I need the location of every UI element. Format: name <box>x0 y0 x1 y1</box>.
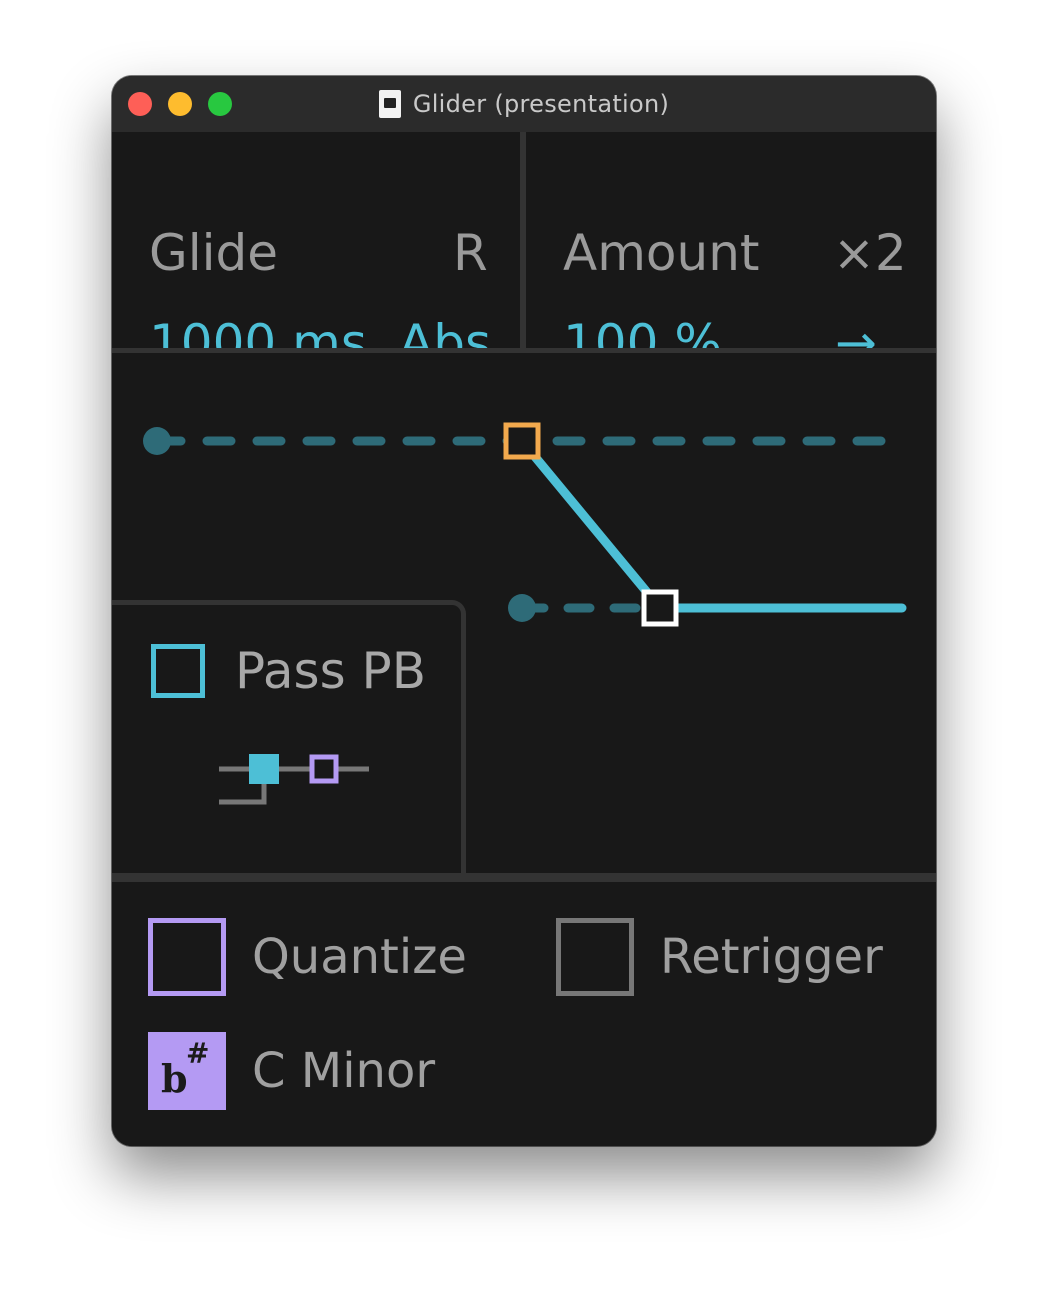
pass-pb-panel: Pass PB <box>112 600 466 880</box>
scale-accidental-button[interactable]: b # <box>148 1032 226 1110</box>
pitchbend-routing-icon <box>219 754 369 805</box>
quantize-checkbox[interactable] <box>148 918 226 996</box>
titlebar: Glider (presentation) <box>112 76 936 132</box>
bottom-horizontal-divider <box>112 873 936 882</box>
glide-range-toggle[interactable]: R <box>453 228 488 278</box>
target-pitch-handle <box>508 594 536 622</box>
retrigger-label: Retrigger <box>660 929 883 985</box>
window-title: Glider (presentation) <box>112 76 936 132</box>
top-vertical-divider <box>520 132 526 348</box>
amount-panel: Amount ×2 100 % → <box>526 132 936 368</box>
plugin-window: Glider (presentation) Glide R 1000 ms Ab… <box>112 76 936 1146</box>
glide-end-handle <box>641 589 679 627</box>
sharp-glyph: # <box>186 1037 210 1070</box>
glide-label: Glide <box>149 224 279 282</box>
retrigger-checkbox[interactable] <box>556 918 634 996</box>
flat-sharp-icon: b <box>161 1056 188 1101</box>
document-icon <box>378 90 401 118</box>
glide-start-handle <box>503 422 541 460</box>
pass-pb-checkbox[interactable] <box>151 644 205 698</box>
pass-pb-label: Pass PB <box>235 642 426 700</box>
quantize-panel: Quantize Retrigger b # C Minor <box>112 882 936 1146</box>
quantize-label: Quantize <box>252 929 467 985</box>
window-title-text: Glider (presentation) <box>412 90 670 118</box>
source-pitch-handle <box>143 427 171 455</box>
glide-panel: Glide R 1000 ms Abs <box>112 132 522 368</box>
amount-label: Amount <box>563 224 760 282</box>
amount-multiplier-toggle[interactable]: ×2 <box>833 228 907 278</box>
scale-name-label[interactable]: C Minor <box>252 1047 435 1095</box>
